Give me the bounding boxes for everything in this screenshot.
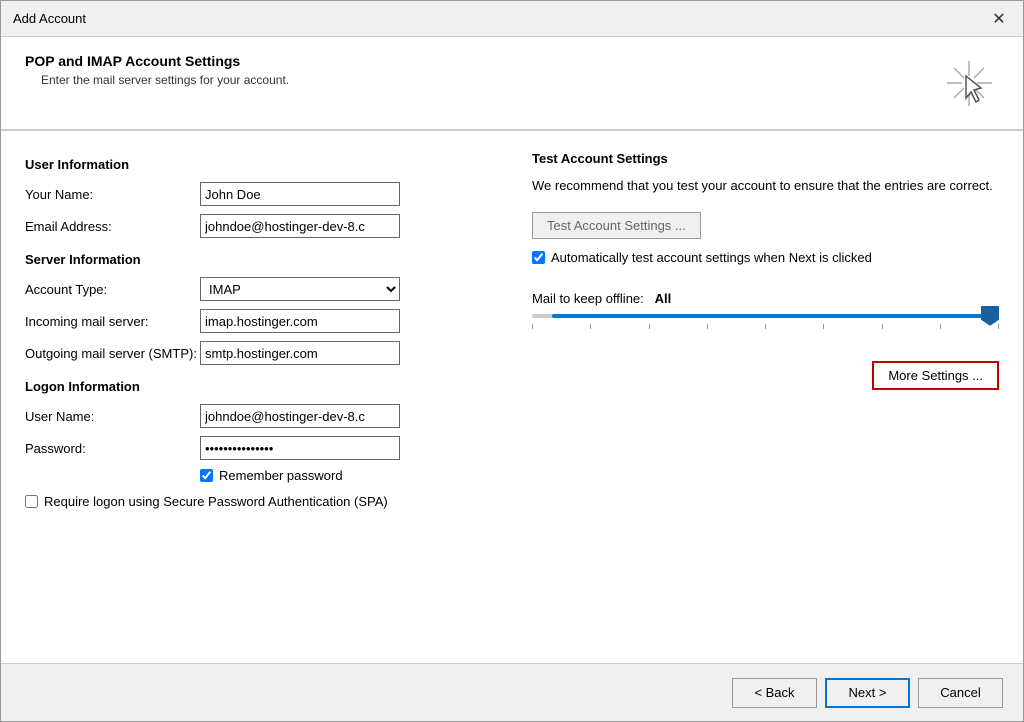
email-address-input[interactable] xyxy=(200,214,400,238)
remember-password-checkbox[interactable] xyxy=(200,469,213,482)
right-panel: Test Account Settings We recommend that … xyxy=(532,151,999,643)
email-address-row: Email Address: xyxy=(25,214,492,238)
footer: < Back Next > Cancel xyxy=(1,663,1023,721)
password-label: Password: xyxy=(25,441,200,456)
password-row: Password: xyxy=(25,436,492,460)
password-input[interactable] xyxy=(200,436,400,460)
spa-row: Require logon using Secure Password Auth… xyxy=(25,493,492,511)
slider-track xyxy=(532,314,999,318)
more-settings-button[interactable]: More Settings ... xyxy=(872,361,999,390)
remember-password-label: Remember password xyxy=(219,468,343,483)
slider-ticks xyxy=(532,322,999,331)
test-account-settings-button[interactable]: Test Account Settings ... xyxy=(532,212,701,239)
account-type-label: Account Type: xyxy=(25,282,200,297)
close-button[interactable]: ✕ xyxy=(987,7,1011,31)
your-name-input[interactable] xyxy=(200,182,400,206)
remember-password-row: Remember password xyxy=(200,468,492,483)
spa-label: Require logon using Secure Password Auth… xyxy=(44,493,388,511)
header-subtitle: Enter the mail server settings for your … xyxy=(41,73,289,87)
tick-4 xyxy=(707,324,708,329)
header-title: POP and IMAP Account Settings xyxy=(25,53,289,69)
cursor-icon-container xyxy=(939,53,999,113)
auto-test-label: Automatically test account settings when… xyxy=(551,249,872,267)
dialog: Add Account ✕ POP and IMAP Account Setti… xyxy=(0,0,1024,722)
logon-info-title: Logon Information xyxy=(25,379,492,394)
tick-9 xyxy=(998,324,999,329)
user-name-row: User Name: xyxy=(25,404,492,428)
tick-6 xyxy=(823,324,824,329)
user-name-label: User Name: xyxy=(25,409,200,424)
tick-7 xyxy=(882,324,883,329)
test-section-title: Test Account Settings xyxy=(532,151,999,166)
wizard-icon xyxy=(942,56,997,111)
mail-offline-value: All xyxy=(655,291,672,306)
outgoing-mail-row: Outgoing mail server (SMTP): xyxy=(25,341,492,365)
auto-test-checkbox[interactable] xyxy=(532,251,545,264)
user-info-title: User Information xyxy=(25,157,492,172)
mail-offline-label: Mail to keep offline: All xyxy=(532,291,999,306)
header-section: POP and IMAP Account Settings Enter the … xyxy=(1,37,1023,130)
tick-8 xyxy=(940,324,941,329)
left-panel: User Information Your Name: Email Addres… xyxy=(25,151,492,643)
account-type-select[interactable]: IMAP POP3 xyxy=(200,277,400,301)
server-info-title: Server Information xyxy=(25,252,492,267)
auto-test-row: Automatically test account settings when… xyxy=(532,249,999,267)
slider-fill xyxy=(552,314,999,318)
content-area: User Information Your Name: Email Addres… xyxy=(1,131,1023,663)
mail-offline-section: Mail to keep offline: All xyxy=(532,291,999,331)
spa-checkbox[interactable] xyxy=(25,495,38,508)
incoming-mail-row: Incoming mail server: xyxy=(25,309,492,333)
tick-1 xyxy=(532,324,533,329)
slider-container xyxy=(532,314,999,331)
your-name-label: Your Name: xyxy=(25,187,200,202)
tick-3 xyxy=(649,324,650,329)
next-button[interactable]: Next > xyxy=(825,678,910,708)
title-bar: Add Account ✕ xyxy=(1,1,1023,37)
test-description: We recommend that you test your account … xyxy=(532,176,999,196)
tick-5 xyxy=(765,324,766,329)
incoming-mail-label: Incoming mail server: xyxy=(25,314,200,329)
incoming-mail-input[interactable] xyxy=(200,309,400,333)
outgoing-mail-label: Outgoing mail server (SMTP): xyxy=(25,346,200,361)
tick-2 xyxy=(590,324,591,329)
back-button[interactable]: < Back xyxy=(732,678,817,708)
header-text: POP and IMAP Account Settings Enter the … xyxy=(25,53,289,87)
user-name-input[interactable] xyxy=(200,404,400,428)
cancel-button[interactable]: Cancel xyxy=(918,678,1003,708)
dialog-title: Add Account xyxy=(13,11,86,26)
email-address-label: Email Address: xyxy=(25,219,200,234)
account-type-row: Account Type: IMAP POP3 xyxy=(25,277,492,301)
your-name-row: Your Name: xyxy=(25,182,492,206)
outgoing-mail-input[interactable] xyxy=(200,341,400,365)
